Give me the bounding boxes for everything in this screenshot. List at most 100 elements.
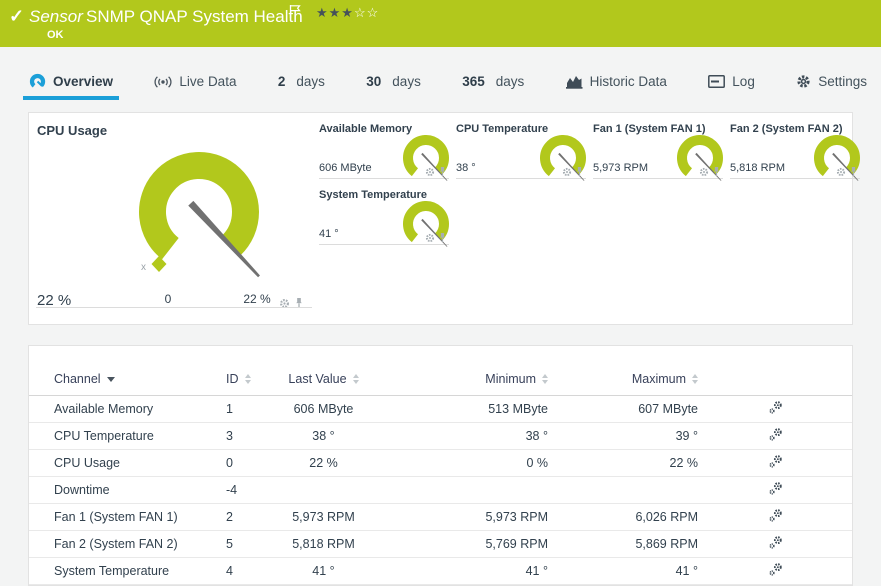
tab-bar: Overview Live Data 2 days 30 days 365 da… xyxy=(0,63,881,100)
tab-label: Settings xyxy=(818,74,867,89)
table-row: Fan 1 (System FAN 1) 2 5,973 RPM 5,973 R… xyxy=(29,503,852,531)
tab-365-days[interactable]: 365 days xyxy=(456,63,530,100)
mini-gauge xyxy=(403,201,449,247)
status-check-icon: ✓ xyxy=(9,6,25,26)
priority-stars[interactable]: ★★★☆☆ xyxy=(316,5,379,21)
edit-channel-gears-icon[interactable] xyxy=(768,535,783,553)
gear-icon[interactable] xyxy=(425,167,435,177)
tab-number: 365 xyxy=(462,74,485,89)
header-maximum[interactable]: Maximum xyxy=(548,346,698,396)
edit-channel-gears-icon[interactable] xyxy=(768,454,783,472)
gear-icon[interactable] xyxy=(562,167,572,177)
edit-channel-gears-icon[interactable] xyxy=(768,481,783,499)
gauge-value: 41 ° xyxy=(319,228,339,240)
pin-icon[interactable] xyxy=(575,166,584,177)
table-row: CPU Temperature 3 38 ° 38 ° 39 ° xyxy=(29,422,852,450)
tab-number: 30 xyxy=(366,74,382,89)
sensor-header: ✓ Sensor SNMP QNAP System Health ★★★☆☆ O… xyxy=(0,0,881,47)
gauge-value: 5,973 RPM xyxy=(593,162,649,174)
flag-icon[interactable] xyxy=(289,4,301,24)
gauge-tile-fan-2[interactable]: Fan 2 (System FAN 2) 5,818 RPM xyxy=(730,121,860,181)
tab-label: days xyxy=(495,74,525,89)
tab-30-days[interactable]: 30 days xyxy=(360,63,427,100)
mini-gauge xyxy=(540,135,586,181)
gauge-tile-cpu-temperature[interactable]: CPU Temperature 38 ° xyxy=(456,121,586,181)
edit-channel-gears-icon[interactable] xyxy=(768,562,783,580)
cell-channel: Fan 2 (System FAN 2) xyxy=(29,530,226,558)
gauge-value: 606 MByte xyxy=(319,162,372,174)
header-minimum[interactable]: Minimum xyxy=(411,346,548,396)
stars-empty: ☆☆ xyxy=(353,5,380,20)
cell-channel: Fan 1 (System FAN 1) xyxy=(29,503,226,531)
header-last-value[interactable]: Last Value xyxy=(271,346,411,396)
cell-minimum: 5,769 RPM xyxy=(411,530,548,558)
cell-last-value: 22 % xyxy=(271,449,411,477)
header-edit xyxy=(698,346,852,396)
gear-icon xyxy=(797,75,810,88)
cell-minimum xyxy=(411,476,548,504)
tab-settings[interactable]: Settings xyxy=(790,63,873,100)
sort-icon xyxy=(692,374,698,385)
mini-gauge xyxy=(403,135,449,181)
edit-channel-gears-icon[interactable] xyxy=(768,400,783,418)
tab-overview[interactable]: Overview xyxy=(23,63,120,100)
gauge-tile-fan-1[interactable]: Fan 1 (System FAN 1) 5,973 RPM xyxy=(593,121,723,181)
gauge-tile-available-memory[interactable]: Available Memory 606 MByte xyxy=(319,121,449,181)
tab-label: Log xyxy=(732,74,755,89)
table-row: Available Memory 1 606 MByte 513 MByte 6… xyxy=(29,395,852,423)
tab-label: Historic Data xyxy=(589,74,667,89)
area-chart-icon xyxy=(565,75,583,89)
cell-maximum: 5,869 RPM xyxy=(548,530,698,558)
cell-channel: Available Memory xyxy=(29,395,226,423)
gauge-scale-min: 0 xyxy=(164,292,172,306)
gear-icon[interactable] xyxy=(425,233,435,243)
sensor-title: SNMP QNAP System Health xyxy=(86,7,303,26)
live-icon xyxy=(154,75,172,88)
tab-label: Live Data xyxy=(179,74,237,89)
gauge-value: 5,818 RPM xyxy=(730,162,786,174)
cell-last-value: 38 ° xyxy=(271,422,411,450)
cell-maximum: 41 ° xyxy=(548,557,698,585)
edit-channel-gears-icon[interactable] xyxy=(768,508,783,526)
tab-2-days[interactable]: 2 days xyxy=(272,63,331,100)
tab-label: Overview xyxy=(53,74,114,89)
cell-channel: System Temperature xyxy=(29,557,226,585)
header-channel[interactable]: Channel xyxy=(29,346,226,396)
header-id[interactable]: ID xyxy=(226,346,271,396)
cell-id: -4 xyxy=(226,476,271,504)
cell-last-value: 5,973 RPM xyxy=(271,503,411,531)
tab-log[interactable]: Log xyxy=(702,63,761,100)
pin-icon[interactable] xyxy=(438,232,447,243)
cell-minimum: 38 ° xyxy=(411,422,548,450)
pin-icon[interactable] xyxy=(849,166,858,177)
sensor-kind-label: Sensor xyxy=(29,7,83,26)
gauge-title: CPU Usage xyxy=(37,123,108,138)
pin-icon[interactable] xyxy=(712,166,721,177)
cell-id: 3 xyxy=(226,422,271,450)
tile-divider xyxy=(36,307,312,308)
gauge-scale-max: 22 % xyxy=(243,292,271,306)
tab-historic-data[interactable]: Historic Data xyxy=(560,63,673,100)
gear-icon[interactable] xyxy=(699,167,709,177)
gauge-icon xyxy=(29,73,46,88)
cell-minimum: 41 ° xyxy=(411,557,548,585)
tab-live-data[interactable]: Live Data xyxy=(148,63,242,100)
cell-last-value: 5,818 RPM xyxy=(271,530,411,558)
edit-channel-gears-icon[interactable] xyxy=(768,427,783,445)
cell-id: 0 xyxy=(226,449,271,477)
table-row: Downtime -4 xyxy=(29,476,852,504)
pin-icon[interactable] xyxy=(438,166,447,177)
gear-icon[interactable] xyxy=(836,167,846,177)
sort-icon xyxy=(244,374,251,385)
tab-number: 2 xyxy=(277,74,286,89)
sort-icon xyxy=(542,374,548,385)
gauge-tile-system-temperature[interactable]: System Temperature 41 ° xyxy=(319,187,449,247)
cell-channel: CPU Usage xyxy=(29,449,226,477)
status-badge: OK xyxy=(47,29,64,41)
table-row: System Temperature 4 41 ° 41 ° 41 ° xyxy=(29,557,852,585)
cell-last-value: 41 ° xyxy=(271,557,411,585)
cell-last-value: 606 MByte xyxy=(271,395,411,423)
gauges-panel: CPU Usage x 22 % 0 22 % Available Memory xyxy=(28,112,860,325)
channels-table: Channel ID Last Value Minimum Maximum Av… xyxy=(29,346,852,585)
axis-toggle[interactable]: x xyxy=(141,262,146,273)
